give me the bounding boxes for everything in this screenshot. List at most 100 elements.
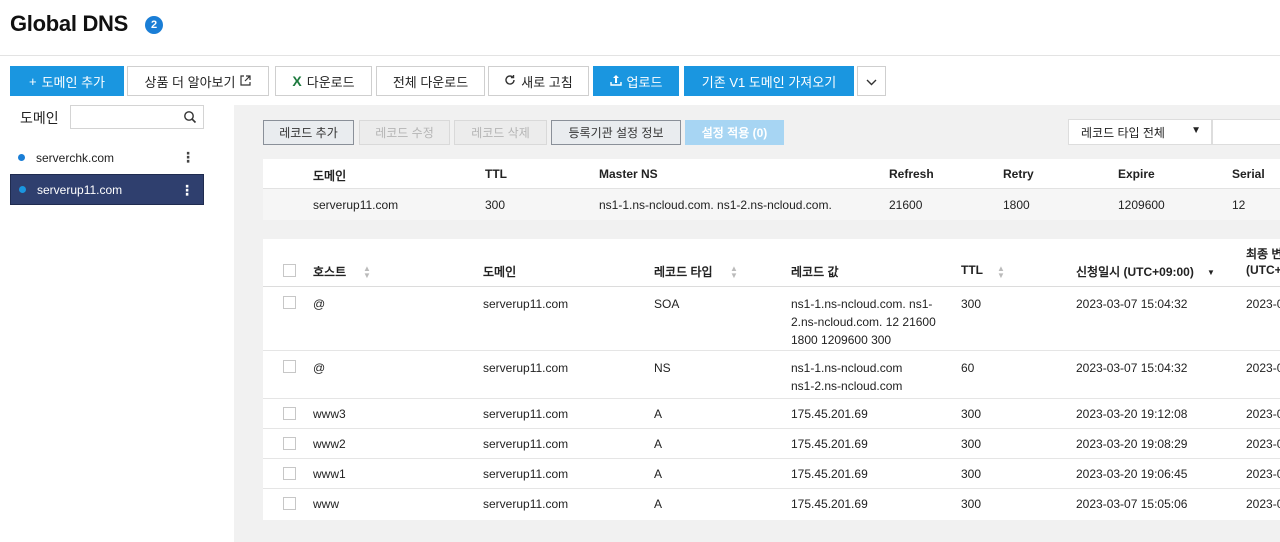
sort-icon[interactable]: ▲ ▼ [730,265,738,280]
title-bar: Global DNS 2 [0,0,1280,56]
table-cell: 12 [1232,198,1246,212]
column-header: 도메인 [313,169,347,183]
sort-icon[interactable]: ▲ ▼ [997,265,1005,280]
sidebar-item-serverup11[interactable]: serverup11.com ⋮ [10,174,204,205]
column-header-updated-tz: (UTC+ [1246,263,1280,277]
delete-record-button[interactable]: 레코드 삭제 [454,120,547,145]
type-cell: NS [654,361,671,375]
sort-desc-icon[interactable]: ▼ [1207,269,1215,277]
type-cell: SOA [654,297,680,311]
host-cell: @ [313,361,326,375]
value-cell: ns1-2.ns-ncloud.com [791,379,903,393]
ttl-cell: 300 [961,497,982,511]
column-header-host[interactable]: 호스트 [313,263,346,280]
kebab-menu-icon[interactable]: ⋮ [180,182,194,198]
domain-search-input[interactable] [70,105,204,129]
page-title: Global DNS [10,11,129,36]
learn-more-label: 상품 더 알아보기 [144,74,236,90]
row-checkbox[interactable] [283,407,296,420]
created-cell: 2023-03-20 19:12:08 [1076,407,1188,421]
table-row[interactable]: www1 serverup11.com A 175.45.201.69 300 … [263,459,1280,489]
domain-cell: serverup11.com [483,497,569,511]
registrar-info-button[interactable]: 등록기관 설정 정보 [551,120,681,145]
table-header-row: 도메인 TTL Master NS Refresh Retry Expire S… [263,159,1280,189]
domain-status-dot [19,186,26,193]
row-checkbox[interactable] [283,467,296,480]
plus-icon: + [28,73,37,89]
sidebar-item-serverchk[interactable]: serverchk.com ⋮ [10,142,204,173]
created-cell: 2023-03-20 19:08:29 [1076,437,1188,451]
column-header-created[interactable]: 신청일시 (UTC+09:00) [1076,263,1194,280]
table-row[interactable]: @ serverup11.com NS ns1-1.ns-ncloud.com … [263,351,1280,399]
add-record-button[interactable]: 레코드 추가 [263,120,354,145]
type-cell: A [654,407,663,421]
row-checkbox[interactable] [283,296,296,309]
download-all-button[interactable]: 전체 다운로드 [376,66,485,96]
updated-cell: 2023-0 [1246,497,1280,511]
ttl-cell: 300 [961,437,982,451]
soa-summary-table: 도메인 TTL Master NS Refresh Retry Expire S… [263,159,1280,220]
ttl-cell: 300 [961,297,982,311]
edit-record-button[interactable]: 레코드 수정 [359,120,450,145]
table-row[interactable]: www serverup11.com A 175.45.201.69 300 2… [263,489,1280,520]
excel-icon: X [292,73,302,89]
sidebar-label: 도메인 [20,110,59,126]
refresh-button[interactable]: 새로 고침 [488,66,589,96]
upload-label: 업로드 [626,74,663,90]
value-cell: 175.45.201.69 [791,407,868,421]
sidebar-item-label: serverchk.com [36,150,115,165]
ttl-cell: 300 [961,407,982,421]
add-domain-button[interactable]: + 도메인 추가 [10,66,124,96]
more-dropdown-button[interactable] [857,66,886,96]
column-header-type[interactable]: 레코드 타입 [654,263,713,280]
value-cell: 2.ns-ncloud.com. 12 21600 [791,315,936,329]
record-type-select[interactable]: 레코드 타입 전체 ▼ [1068,119,1212,145]
import-v1-button[interactable]: 기존 V1 도메인 가져오기 [684,66,854,96]
created-cell: 2023-03-07 15:04:32 [1076,297,1188,311]
upload-button[interactable]: 업로드 [593,66,679,96]
row-checkbox[interactable] [283,497,296,510]
table-row[interactable]: www3 serverup11.com A 175.45.201.69 300 … [263,399,1280,429]
table-header-row: 호스트 ▲ ▼ 도메인 레코드 타입 ▲ ▼ 레코드 값 TTL ▲ ▼ 신청일시 (… [263,239,1280,287]
download-button[interactable]: X 다운로드 [275,66,372,96]
record-search-input[interactable] [1212,119,1280,145]
search-icon[interactable] [183,110,197,124]
domain-cell: serverup11.com [483,407,569,421]
table-row[interactable]: @ serverup11.com SOA ns1-1.ns-ncloud.com… [263,287,1280,351]
download-label: 다운로드 [306,74,355,90]
chevron-down-icon [866,74,877,89]
value-cell: 1800 1209600 300 [791,333,892,347]
ttl-cell: 60 [961,361,975,375]
column-header: Refresh [889,167,934,181]
updated-cell: 2023-0 [1246,297,1280,311]
select-all-checkbox[interactable] [283,264,296,277]
sort-icon[interactable]: ▲ ▼ [363,265,371,280]
column-header-ttl[interactable]: TTL [961,263,983,277]
apply-settings-button[interactable]: 설정 적용 (0) [685,120,784,145]
value-cell: ns1-1.ns-ncloud.com. ns1- [791,297,933,311]
table-row[interactable]: www2 serverup11.com A 175.45.201.69 300 … [263,429,1280,459]
table-cell: 1800 [1003,198,1030,212]
column-header-updated[interactable]: 최종 변 [1246,245,1280,262]
add-domain-label: 도메인 추가 [41,74,105,90]
value-cell: 175.45.201.69 [791,437,868,451]
domain-cell: serverup11.com [483,297,569,311]
host-cell: www1 [313,467,346,481]
value-cell: 175.45.201.69 [791,497,868,511]
table-row: serverup11.com 300 ns1-1.ns-ncloud.com. … [263,189,1280,220]
row-checkbox[interactable] [283,437,296,450]
table-cell: 300 [485,198,506,212]
domain-cell: serverup11.com [483,467,569,481]
row-checkbox[interactable] [283,360,296,373]
domain-count-badge: 2 [145,16,163,34]
column-header: Expire [1118,167,1155,181]
host-cell: @ [313,297,326,311]
domain-status-dot [18,154,25,161]
learn-more-button[interactable]: 상품 더 알아보기 [127,66,269,96]
created-cell: 2023-03-07 15:05:06 [1076,497,1188,511]
import-v1-label: 기존 V1 도메인 가져오기 [701,74,837,90]
kebab-menu-icon[interactable]: ⋮ [181,149,195,165]
refresh-label: 새로 고침 [521,74,573,90]
refresh-icon [504,74,516,88]
host-cell: www3 [313,407,346,421]
